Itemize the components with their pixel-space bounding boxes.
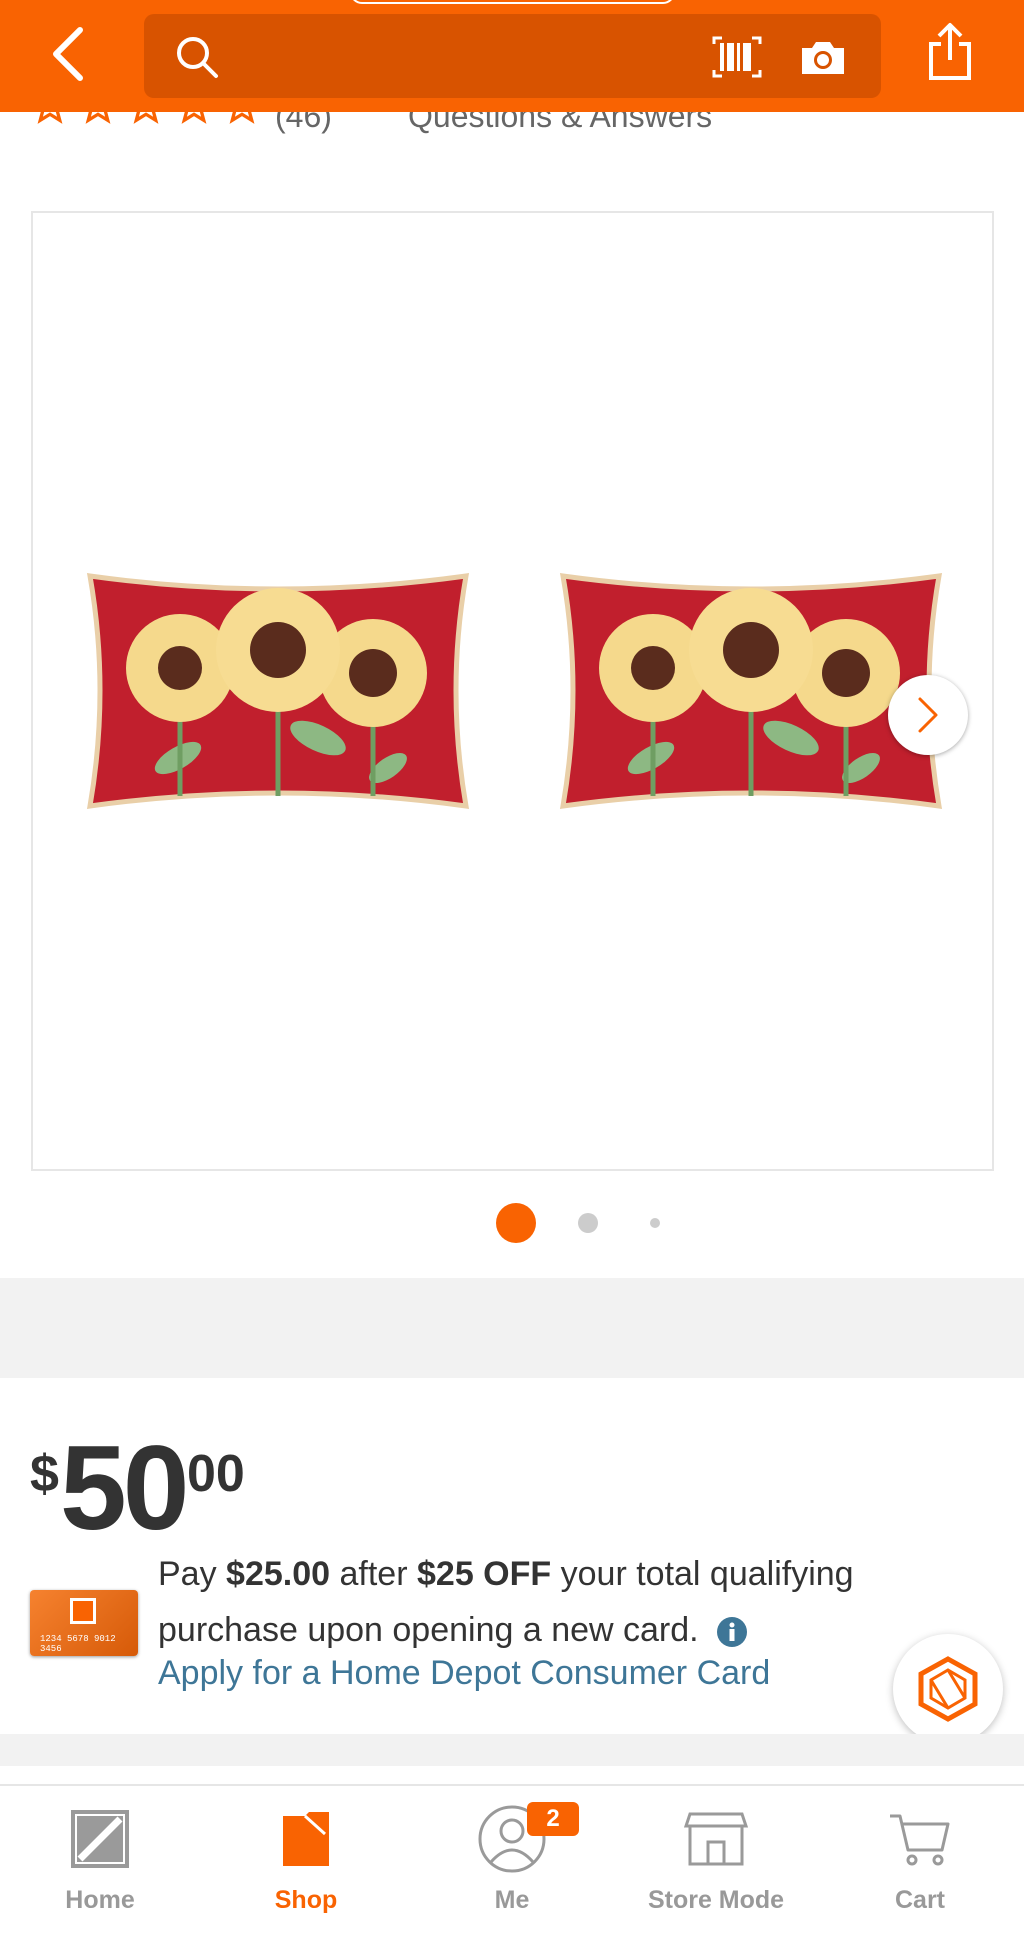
home-depot-logo-icon [71, 1810, 129, 1868]
nav-item-me[interactable]: 2 Me [412, 1786, 612, 1936]
nav-label: Me [494, 1886, 530, 1914]
credit-card-image: 1234 5678 9012 3456 [30, 1590, 138, 1656]
nav-item-shop[interactable]: Shop [206, 1786, 406, 1936]
price-dollars: 50 [60, 1421, 189, 1555]
star-icon [133, 112, 159, 124]
card-promo-text: Pay $25.00 after $25 OFF your total qual… [158, 1546, 918, 1658]
share-button[interactable] [925, 22, 975, 87]
price-currency: $ [30, 1445, 59, 1503]
carousel-dot[interactable] [578, 1213, 598, 1233]
device-notch [350, 0, 675, 4]
nav-label: Cart [894, 1886, 945, 1914]
questions-answers-link[interactable]: Questions & Answers [408, 112, 712, 135]
card-number: 1234 5678 9012 3456 [40, 1634, 116, 1654]
nav-item-home[interactable]: Home [0, 1786, 200, 1936]
promo-mid: after [339, 1555, 408, 1593]
cart-icon [890, 1814, 950, 1866]
back-arrow-icon [53, 27, 83, 81]
carousel-dot[interactable] [650, 1218, 660, 1228]
nav-item-store-mode[interactable]: Store Mode [616, 1786, 816, 1936]
home-depot-logo-icon [70, 1598, 96, 1624]
product-gallery [0, 178, 1024, 1278]
next-image-button[interactable] [888, 675, 968, 755]
shop-tag-icon [283, 1812, 329, 1866]
star-icon [229, 112, 255, 124]
bottom-nav: Home Shop 2 Me Store Mode Cart [0, 1784, 1024, 1947]
rating-count[interactable]: (46) [275, 112, 332, 135]
search-icon [177, 37, 218, 78]
price-section: $ 50 00 1234 5678 9012 3456 Pay $25.00 a… [0, 1378, 1024, 1734]
store-icon [683, 1812, 749, 1866]
app-header [0, 0, 1024, 112]
star-icon [37, 112, 63, 124]
chevron-right-icon [918, 697, 938, 733]
promo-prefix: Pay [158, 1555, 217, 1593]
sunflower-pillow-image [559, 573, 943, 809]
orange-hexagon-button[interactable] [893, 1634, 1003, 1744]
share-icon [929, 23, 971, 80]
hexagon-icon [918, 1656, 978, 1722]
notification-badge: 2 [527, 1802, 579, 1836]
section-divider [0, 1278, 1024, 1378]
section-divider [0, 1734, 1024, 1766]
star-icon [181, 112, 207, 124]
info-icon[interactable] [716, 1616, 748, 1648]
nav-label: Home [65, 1886, 135, 1914]
nav-label: Shop [274, 1886, 338, 1914]
rating-strip: (46) Questions & Answers [0, 112, 1024, 178]
price-cents: 00 [187, 1445, 245, 1503]
promo-amount: $25.00 [226, 1555, 331, 1593]
back-button[interactable] [42, 24, 94, 84]
star-icon [85, 112, 111, 124]
sunflower-pillow-image [86, 573, 470, 809]
nav-label: Store Mode [647, 1886, 785, 1914]
carousel-dot-active[interactable] [496, 1203, 536, 1243]
nav-item-cart[interactable]: Cart [820, 1786, 1020, 1936]
apply-card-link[interactable]: Apply for a Home Depot Consumer Card [158, 1654, 770, 1693]
product-image[interactable] [31, 211, 994, 1171]
carousel-dots [0, 1203, 1024, 1243]
camera-icon[interactable] [798, 34, 848, 80]
barcode-scanner-icon[interactable] [710, 34, 764, 80]
star-rating[interactable] [32, 112, 260, 124]
promo-discount: $25 OFF [417, 1555, 552, 1593]
search-input[interactable] [234, 36, 734, 76]
search-bar[interactable] [144, 14, 881, 98]
